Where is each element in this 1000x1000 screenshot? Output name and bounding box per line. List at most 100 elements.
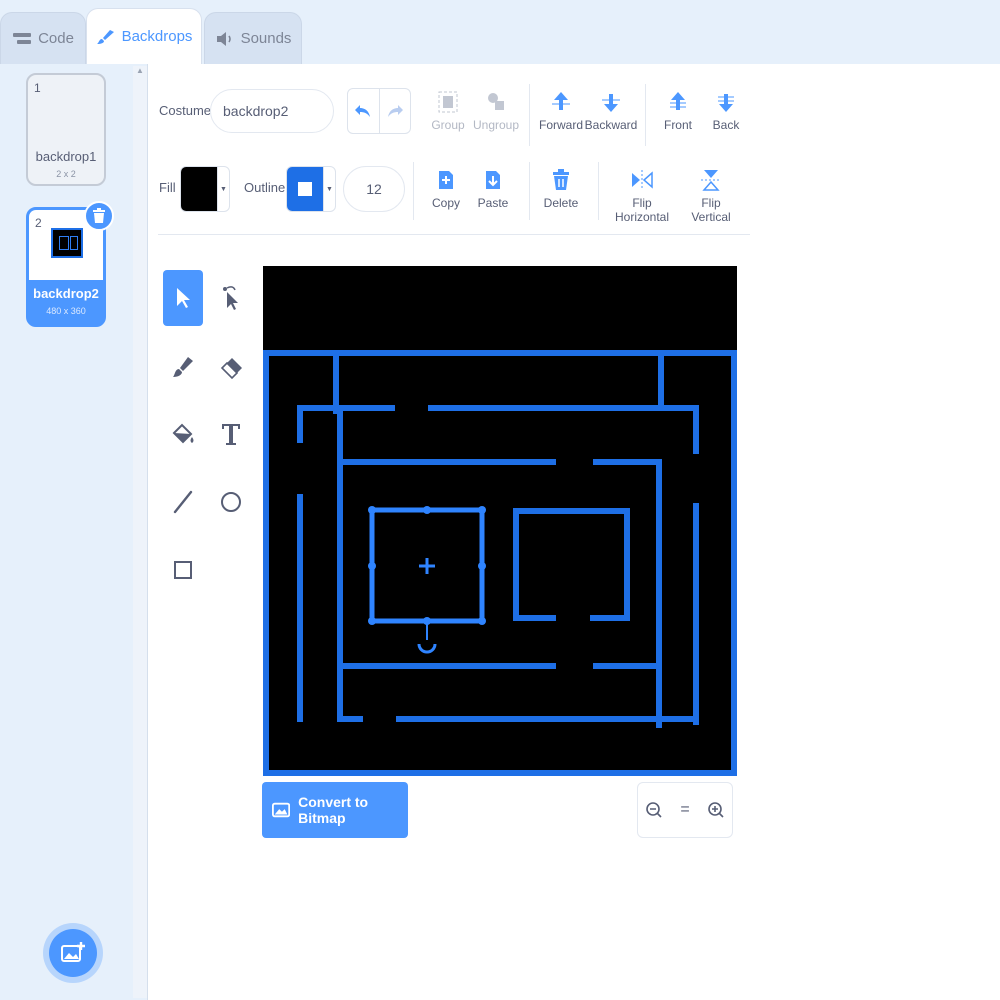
tab-bar: Code Backdrops Sounds	[0, 0, 1000, 64]
flip-horizontal-label: Flip Horizontal	[614, 196, 670, 224]
zoom-in-button[interactable]	[701, 783, 732, 837]
convert-label: Convert to Bitmap	[298, 794, 369, 826]
backdrop-number: 1	[34, 81, 41, 95]
undo-redo-group	[347, 88, 411, 134]
tab-backdrops-label: Backdrops	[121, 28, 193, 45]
backward-icon	[602, 94, 620, 112]
backdrop-size: 480 x 360	[46, 306, 86, 316]
rotate-handle-icon	[417, 643, 437, 654]
image-icon	[272, 802, 291, 818]
flip-vertical-icon	[701, 170, 721, 191]
text-icon	[222, 424, 240, 445]
backdrop-number: 2	[35, 216, 42, 230]
speaker-icon	[216, 31, 231, 46]
fill-swatch	[181, 167, 217, 211]
backdrop-list	[0, 64, 148, 1000]
delete-label: Delete	[543, 196, 579, 210]
maze-wall	[337, 663, 363, 722]
flip-vertical-button[interactable]: Flip Vertical	[680, 164, 742, 224]
caret-down-icon: ▼	[323, 167, 335, 211]
reshape-tool[interactable]	[211, 270, 251, 326]
tab-code-label: Code	[38, 30, 74, 47]
backdrop-name: backdrop2	[33, 286, 99, 301]
group-icon	[438, 91, 458, 113]
flip-vertical-label: Flip Vertical	[691, 196, 731, 224]
code-icon	[13, 32, 32, 44]
zoom-controls: =	[637, 782, 733, 838]
back-button[interactable]: Back	[696, 86, 756, 132]
paintbrush-icon	[96, 29, 114, 44]
selected-rectangle	[368, 506, 486, 654]
drawing-canvas[interactable]	[263, 266, 737, 776]
undo-icon	[355, 105, 371, 117]
outline-color-picker[interactable]: ▼	[286, 166, 336, 212]
rectangle-icon	[174, 561, 192, 579]
paste-label: Paste	[477, 196, 509, 210]
toolbar-divider	[413, 162, 414, 220]
toolbar-divider	[158, 234, 750, 235]
redo-icon	[387, 105, 403, 117]
ungroup-label: Ungroup	[472, 118, 520, 132]
scroll-up-icon: ▲	[136, 66, 144, 75]
convert-to-bitmap-button[interactable]: Convert to Bitmap	[262, 782, 408, 838]
backdrop-name: backdrop1	[35, 149, 97, 164]
outline-swatch	[287, 167, 323, 211]
arrow-pointer-icon	[177, 288, 190, 308]
zoom-out-button[interactable]	[638, 783, 669, 837]
zoom-reset-button[interactable]: =	[669, 783, 700, 837]
front-icon	[670, 92, 686, 110]
backdrop-thumbnail-1[interactable]: 1 backdrop1 2 x 2	[26, 73, 106, 186]
tab-sounds-label: Sounds	[240, 30, 292, 47]
ungroup-button[interactable]: Ungroup	[466, 86, 526, 132]
backdrop-size: 2 x 2	[56, 169, 76, 179]
backward-label: Backward	[584, 118, 638, 132]
circle-icon	[221, 492, 241, 512]
caret-down-icon: ▼	[217, 167, 229, 211]
zoom-out-icon	[645, 802, 662, 818]
tab-sounds[interactable]: Sounds	[204, 12, 302, 64]
paintbrush-icon	[173, 357, 193, 377]
fill-tool[interactable]	[163, 406, 203, 462]
maze-wall	[513, 508, 630, 621]
flip-horizontal-icon	[632, 170, 653, 190]
costume-name-input[interactable]	[210, 89, 334, 133]
back-label: Back	[712, 118, 740, 132]
fill-color-picker[interactable]: ▼	[180, 166, 230, 212]
flip-horizontal-button[interactable]: Flip Horizontal	[606, 164, 678, 224]
trash-icon	[93, 208, 105, 223]
circle-tool[interactable]	[211, 474, 251, 530]
brush-tool[interactable]	[163, 340, 203, 396]
undo-button[interactable]	[348, 89, 379, 133]
eraser-tool[interactable]	[211, 340, 251, 396]
maze-outer-wall	[263, 350, 737, 776]
tab-code[interactable]: Code	[0, 12, 86, 64]
delete-button[interactable]: Delete	[531, 164, 591, 210]
outline-width-input[interactable]	[343, 166, 405, 212]
redo-button[interactable]	[378, 89, 411, 133]
text-tool[interactable]	[211, 406, 251, 462]
line-tool[interactable]	[163, 474, 203, 530]
line-icon	[173, 490, 193, 514]
toolbar-divider	[529, 162, 530, 220]
eraser-icon	[220, 358, 242, 380]
sidebar-scrollbar[interactable]: ▲	[133, 66, 147, 998]
trash-icon	[553, 169, 569, 190]
add-image-icon	[61, 942, 85, 962]
toolbar-divider	[529, 84, 530, 146]
rectangle-tool[interactable]	[163, 542, 203, 598]
maze-preview-image	[51, 228, 83, 258]
backward-button[interactable]: Backward	[581, 86, 641, 132]
add-backdrop-button[interactable]	[49, 929, 97, 977]
back-icon	[718, 94, 734, 112]
fill-label: Fill	[159, 180, 176, 195]
toolbar-divider	[598, 162, 599, 220]
toolbar-divider	[645, 84, 646, 146]
tab-backdrops[interactable]: Backdrops	[86, 8, 202, 64]
paint-bucket-icon	[172, 423, 194, 444]
select-tool[interactable]	[163, 270, 203, 326]
delete-backdrop-button[interactable]	[84, 201, 114, 231]
zoom-in-icon	[708, 802, 724, 818]
copy-icon	[439, 171, 453, 189]
center-move-handle	[419, 558, 435, 574]
paste-button[interactable]: Paste	[463, 164, 523, 210]
